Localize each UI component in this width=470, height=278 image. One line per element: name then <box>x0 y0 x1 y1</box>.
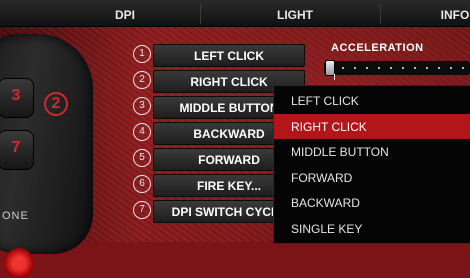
action-dropdown-menu: LEFT CLICK RIGHT CLICK MIDDLE BUTTON FORWAR… <box>273 85 470 244</box>
button-number-badge: 4 <box>133 123 151 141</box>
tab-light[interactable]: LIGHT <box>240 0 350 26</box>
dropdown-option[interactable]: SINGLE KEY <box>274 216 470 241</box>
mouse-image: 3 2 7 ONE <box>0 34 93 278</box>
button-number-badge: 3 <box>133 97 151 115</box>
acceleration-tick <box>426 67 428 69</box>
dropdown-option[interactable]: BACKWARD <box>274 190 470 215</box>
acceleration-tick <box>390 67 392 69</box>
mouse-brand-label: ONE <box>2 210 29 222</box>
top-tab-bar: DPI LIGHT INFO <box>0 0 470 27</box>
button-number-badge: 5 <box>133 149 151 167</box>
acceleration-tick <box>438 67 440 69</box>
tab-dpi[interactable]: DPI <box>70 0 180 26</box>
acceleration-tick <box>450 67 452 69</box>
acceleration-slider[interactable] <box>324 60 470 76</box>
dropdown-option[interactable]: RIGHT CLICK <box>274 113 470 139</box>
acceleration-tick <box>462 67 464 69</box>
tab-divider <box>200 4 201 24</box>
tab-divider <box>380 4 381 24</box>
acceleration-tick <box>354 67 356 69</box>
acceleration-tick <box>402 67 404 69</box>
acceleration-tick <box>342 67 344 69</box>
mouse-button-number: 3 <box>11 87 21 104</box>
button-number-badge: 6 <box>133 175 151 193</box>
mouse-button-number: 7 <box>11 139 21 156</box>
acceleration-tick <box>366 67 368 69</box>
acceleration-min-marker <box>334 74 335 80</box>
button-number-badge: 1 <box>133 45 151 63</box>
dropdown-option[interactable]: FORWARD <box>274 165 470 190</box>
dropdown-option[interactable]: MIDDLE BUTTON <box>274 139 470 164</box>
skull-logo-icon <box>4 248 34 278</box>
tab-info[interactable]: INFO <box>400 0 470 26</box>
acceleration-label: ACCELERATION <box>331 42 424 54</box>
acceleration-tick <box>414 67 416 69</box>
button-number-badge: 7 <box>133 201 151 219</box>
acceleration-tick <box>378 67 380 69</box>
button-number-badge: 2 <box>133 71 151 89</box>
button-action-select[interactable]: LEFT CLICK <box>153 44 305 67</box>
mouse-button-number: 2 <box>44 92 68 116</box>
dropdown-option[interactable]: LEFT CLICK <box>274 88 470 113</box>
